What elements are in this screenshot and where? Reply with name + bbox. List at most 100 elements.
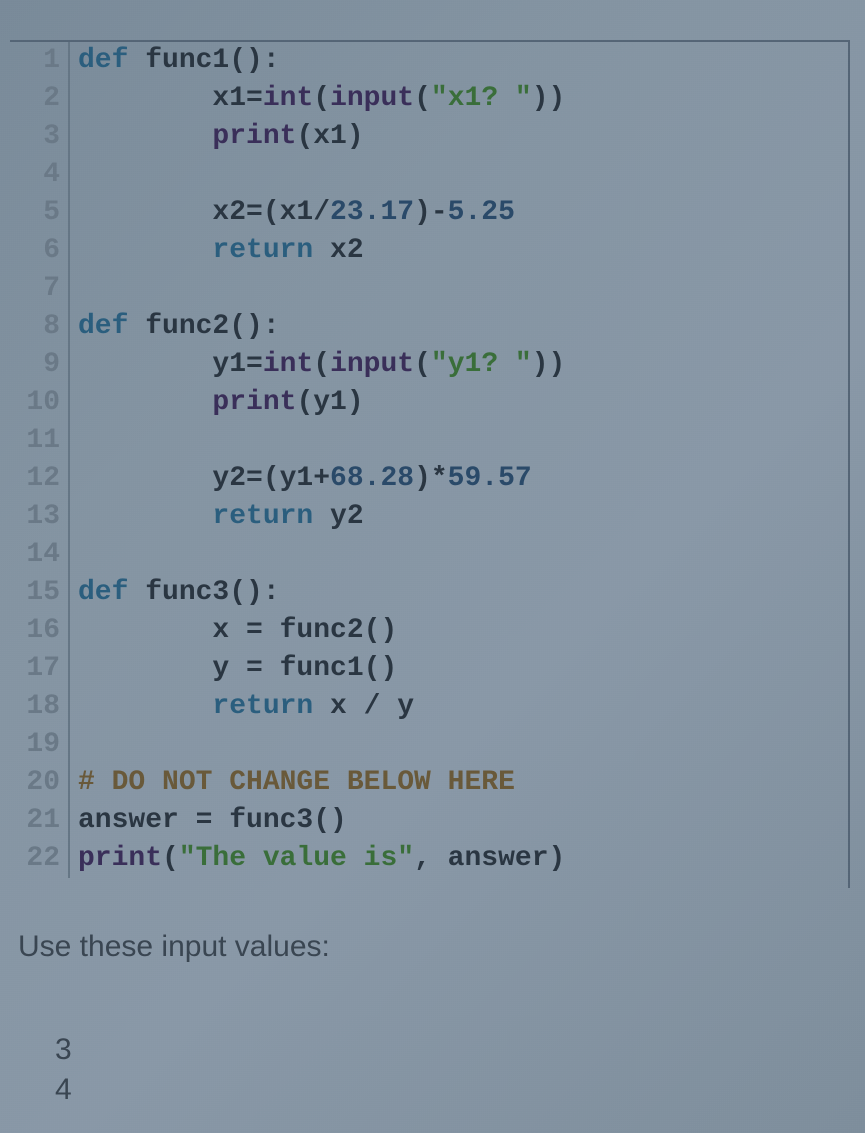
line-number: 19: [10, 726, 70, 764]
line-source[interactable]: def func2():: [70, 308, 280, 346]
token-string: "y1? ": [431, 349, 532, 380]
code-line[interactable]: 4: [10, 156, 848, 194]
code-line[interactable]: 3 print(x1): [10, 118, 848, 156]
line-number: 21: [10, 802, 70, 840]
line-number: 9: [10, 346, 70, 384]
token-default: [78, 501, 212, 532]
line-source[interactable]: y2=(y1+68.28)*59.57: [70, 460, 532, 498]
line-number: 13: [10, 498, 70, 536]
token-default: ():: [229, 45, 279, 76]
line-source[interactable]: # DO NOT CHANGE BELOW HERE: [70, 764, 515, 802]
token-keyword: return: [212, 235, 330, 266]
token-keyword: return: [212, 691, 330, 722]
input-value-2: 4: [55, 1070, 72, 1110]
token-builtin: print: [212, 387, 296, 418]
token-default: [78, 691, 212, 722]
code-line[interactable]: 17 y = func1(): [10, 650, 848, 688]
token-default: ():: [229, 311, 279, 342]
token-default: [78, 121, 212, 152]
token-default: (: [313, 349, 330, 380]
line-number: 14: [10, 536, 70, 574]
line-source[interactable]: def func3():: [70, 574, 280, 612]
token-keyword: def: [78, 577, 145, 608]
token-default: func3: [145, 577, 229, 608]
code-line[interactable]: 6 return x2: [10, 232, 848, 270]
token-default: [78, 235, 212, 266]
token-builtin: int: [263, 349, 313, 380]
code-line[interactable]: 21 answer = func3(): [10, 802, 848, 840]
code-line[interactable]: 12 y2=(y1+68.28)*59.57: [10, 460, 848, 498]
code-editor-panel: 1def func1():2 x1=int(input("x1? "))3 pr…: [10, 40, 850, 888]
token-builtin: print: [212, 121, 296, 152]
token-number: 23.17: [330, 197, 414, 228]
token-builtin: input: [330, 349, 414, 380]
line-source[interactable]: print(y1): [70, 384, 364, 422]
code-line[interactable]: 22print("The value is", answer): [10, 840, 848, 878]
code-listing[interactable]: 1def func1():2 x1=int(input("x1? "))3 pr…: [10, 42, 848, 878]
code-line[interactable]: 10 print(y1): [10, 384, 848, 422]
line-number: 22: [10, 840, 70, 878]
token-default: ():: [229, 577, 279, 608]
code-line[interactable]: 5 x2=(x1/23.17)-5.25: [10, 194, 848, 232]
line-source[interactable]: def func1():: [70, 42, 280, 80]
token-default: func2: [145, 311, 229, 342]
code-line[interactable]: 16 x = func2(): [10, 612, 848, 650]
line-source[interactable]: return x2: [70, 232, 364, 270]
token-keyword: return: [212, 501, 330, 532]
code-line[interactable]: 11: [10, 422, 848, 460]
code-line[interactable]: 15def func3():: [10, 574, 848, 612]
line-number: 16: [10, 612, 70, 650]
line-source[interactable]: x = func2(): [70, 612, 397, 650]
code-line[interactable]: 9 y1=int(input("y1? ")): [10, 346, 848, 384]
token-default: [78, 387, 212, 418]
line-source[interactable]: print(x1): [70, 118, 364, 156]
token-default: func1: [145, 45, 229, 76]
token-default: )): [532, 349, 566, 380]
code-line[interactable]: 13 return y2: [10, 498, 848, 536]
line-number: 1: [10, 42, 70, 80]
code-line[interactable]: 2 x1=int(input("x1? ")): [10, 80, 848, 118]
line-number: 10: [10, 384, 70, 422]
line-source[interactable]: y = func1(): [70, 650, 397, 688]
token-default: x = func2(): [78, 615, 397, 646]
token-keyword: def: [78, 311, 145, 342]
line-source[interactable]: return x / y: [70, 688, 414, 726]
line-source[interactable]: answer = func3(): [70, 802, 347, 840]
line-number: 6: [10, 232, 70, 270]
code-line[interactable]: 7: [10, 270, 848, 308]
line-source[interactable]: return y2: [70, 498, 364, 536]
token-default: , answer): [414, 843, 565, 874]
code-line[interactable]: 19: [10, 726, 848, 764]
line-source[interactable]: y1=int(input("y1? ")): [70, 346, 565, 384]
code-line[interactable]: 20# DO NOT CHANGE BELOW HERE: [10, 764, 848, 802]
line-number: 12: [10, 460, 70, 498]
code-line[interactable]: 1def func1():: [10, 42, 848, 80]
token-default: )-: [414, 197, 448, 228]
token-default: answer = func3(): [78, 805, 347, 836]
token-default: y2: [330, 501, 364, 532]
line-source[interactable]: x2=(x1/23.17)-5.25: [70, 194, 515, 232]
token-string: "x1? ": [431, 83, 532, 114]
token-default: x2: [330, 235, 364, 266]
prompt-text: Use these input values:: [18, 930, 330, 964]
token-builtin: print: [78, 843, 162, 874]
token-default: y1=: [78, 349, 263, 380]
code-line[interactable]: 8def func2():: [10, 308, 848, 346]
line-number: 17: [10, 650, 70, 688]
token-default: (y1): [296, 387, 363, 418]
token-default: (x1): [296, 121, 363, 152]
token-default: x1=: [78, 83, 263, 114]
line-number: 3: [10, 118, 70, 156]
token-default: y = func1(): [78, 653, 397, 684]
token-default: y2=(y1+: [78, 463, 330, 494]
token-keyword: def: [78, 45, 145, 76]
token-builtin: input: [330, 83, 414, 114]
token-default: (: [414, 349, 431, 380]
line-source[interactable]: print("The value is", answer): [70, 840, 565, 878]
token-default: (: [313, 83, 330, 114]
token-default: )*: [414, 463, 448, 494]
token-builtin: int: [263, 83, 313, 114]
code-line[interactable]: 14: [10, 536, 848, 574]
code-line[interactable]: 18 return x / y: [10, 688, 848, 726]
line-source[interactable]: x1=int(input("x1? ")): [70, 80, 565, 118]
